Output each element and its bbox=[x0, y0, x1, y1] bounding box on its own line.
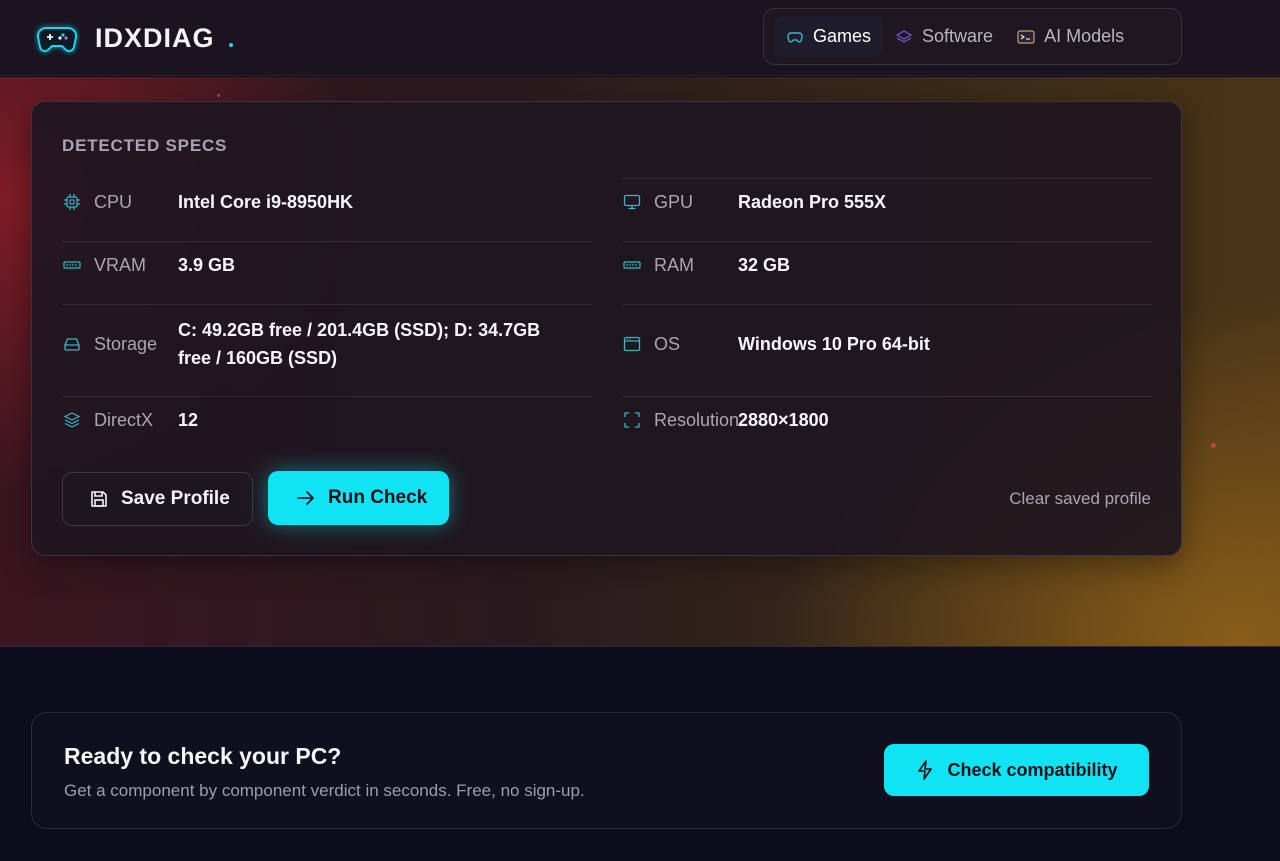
window-icon bbox=[622, 334, 642, 354]
save-profile-label: Save Profile bbox=[121, 488, 230, 509]
nav-ai-models[interactable]: AI Models bbox=[1005, 16, 1136, 57]
spec-divider bbox=[622, 241, 1152, 242]
layers-icon bbox=[895, 28, 913, 46]
gamepad-icon bbox=[34, 20, 80, 56]
nav-games-label: Games bbox=[813, 26, 872, 46]
specs-title: DETECTED SPECS bbox=[62, 136, 228, 155]
run-check-label: Run Check bbox=[328, 487, 428, 508]
arrow-right-icon bbox=[296, 488, 316, 508]
cta-subtitle: Get a component by component verdict in … bbox=[64, 781, 585, 800]
spec-cpu: CPU Intel Core i9-8950HK bbox=[62, 190, 592, 214]
ram-value: 32 GB bbox=[738, 255, 791, 275]
nav-software[interactable]: Software bbox=[883, 16, 1005, 57]
background-spark bbox=[1211, 443, 1216, 448]
clear-saved-profile-link[interactable]: Clear saved profile bbox=[1009, 489, 1151, 509]
brand-dot bbox=[228, 43, 233, 47]
terminal-icon bbox=[1017, 28, 1035, 46]
run-check-button[interactable]: Run Check bbox=[268, 471, 449, 525]
storage-label: Storage bbox=[94, 333, 158, 354]
monitor-icon bbox=[622, 192, 642, 212]
spec-divider bbox=[62, 241, 592, 242]
top-nav: Games Software AI Models bbox=[763, 8, 1182, 65]
gpu-label: GPU bbox=[654, 191, 694, 212]
fullscreen-icon bbox=[622, 410, 642, 430]
spec-os: OS Windows 10 Pro 64-bit bbox=[622, 316, 1152, 372]
cpu-value: Intel Core i9-8950HK bbox=[178, 192, 354, 212]
cta-banner: Ready to check your PC? Get a component … bbox=[31, 712, 1182, 829]
spec-divider bbox=[62, 396, 592, 397]
spec-gpu: GPU Radeon Pro 555X bbox=[622, 190, 1152, 214]
spec-divider bbox=[62, 304, 592, 305]
spec-divider bbox=[622, 396, 1152, 397]
cpu-label: CPU bbox=[94, 191, 133, 212]
storage-value: C: 49.2GB free / 201.4GB (SSD); D: 34.7G… bbox=[178, 320, 541, 368]
gamepad-icon bbox=[786, 28, 804, 46]
os-value: Windows 10 Pro 64-bit bbox=[738, 334, 930, 354]
gpu-value: Radeon Pro 555X bbox=[738, 192, 887, 212]
brand-logo[interactable]: IDXDIAG bbox=[34, 20, 233, 56]
save-profile-button[interactable]: Save Profile bbox=[62, 472, 253, 526]
spec-vram: VRAM 3.9 GB bbox=[62, 253, 592, 277]
resolution-value: 2880×1800 bbox=[738, 410, 829, 430]
top-header: IDXDIAG Games Software AI Models bbox=[0, 0, 1280, 76]
brand-name: IDXDIAG bbox=[95, 22, 215, 53]
detected-specs-card: DETECTED SPECS CPU Intel Core i9-8950HK … bbox=[31, 101, 1182, 556]
nav-software-label: Software bbox=[922, 26, 994, 46]
spec-directx: DirectX 12 bbox=[62, 408, 592, 432]
drive-icon bbox=[62, 334, 82, 354]
spec-divider bbox=[622, 178, 1152, 179]
layers-icon bbox=[62, 410, 82, 430]
spec-divider bbox=[622, 304, 1152, 305]
nav-ai-models-label: AI Models bbox=[1044, 26, 1125, 46]
spec-storage: Storage C: 49.2GB free / 201.4GB (SSD); … bbox=[62, 316, 592, 372]
vram-value: 3.9 GB bbox=[178, 255, 236, 275]
lightning-icon bbox=[915, 760, 935, 780]
cpu-icon bbox=[62, 192, 82, 212]
spec-ram: RAM 32 GB bbox=[622, 253, 1152, 277]
directx-value: 12 bbox=[178, 410, 199, 430]
directx-label: DirectX bbox=[94, 409, 154, 430]
cta-title: Ready to check your PC? bbox=[64, 743, 342, 769]
ram-label: RAM bbox=[654, 254, 694, 275]
check-compatibility-label: Check compatibility bbox=[947, 759, 1118, 780]
os-label: OS bbox=[654, 333, 681, 354]
save-icon bbox=[89, 489, 109, 509]
spec-resolution: Resolution 2880×1800 bbox=[622, 408, 1152, 432]
resolution-label: Resolution bbox=[654, 409, 740, 430]
memory-icon bbox=[62, 255, 82, 275]
nav-games[interactable]: Games bbox=[774, 16, 884, 57]
check-compatibility-button[interactable]: Check compatibility bbox=[884, 744, 1149, 796]
vram-label: VRAM bbox=[94, 254, 147, 275]
background-spark bbox=[217, 94, 220, 97]
memory-icon bbox=[622, 255, 642, 275]
